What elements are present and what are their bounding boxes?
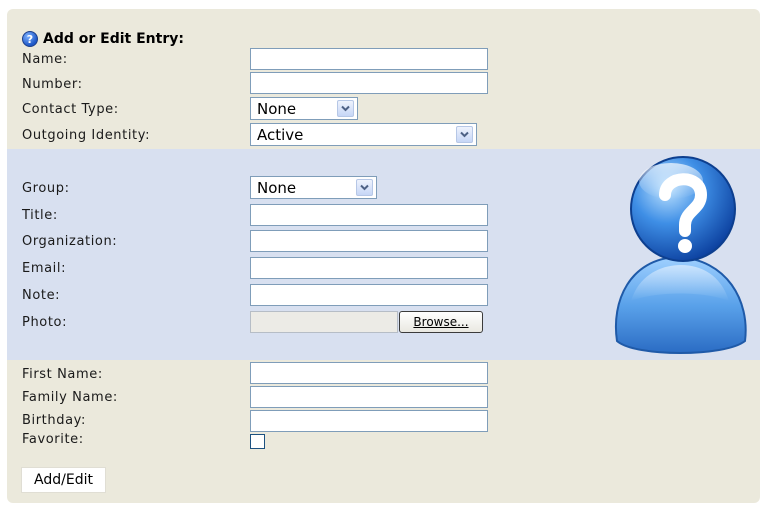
birthday-label: Birthday:: [22, 413, 86, 428]
unknown-user-avatar-icon: [615, 156, 747, 354]
outgoing-identity-select[interactable]: Active: [250, 123, 477, 146]
favorite-checkbox[interactable]: [250, 434, 265, 449]
help-icon[interactable]: ?: [22, 31, 38, 47]
name-input[interactable]: [250, 48, 488, 70]
email-label: Email:: [22, 261, 67, 276]
family-name-label: Family Name:: [22, 390, 118, 405]
chevron-down-icon[interactable]: [356, 179, 373, 196]
contact-type-value: None: [257, 99, 297, 118]
group-label: Group:: [22, 181, 70, 196]
contact-type-select[interactable]: None: [250, 97, 358, 120]
outgoing-identity-value: Active: [257, 125, 304, 144]
photo-file-field[interactable]: [250, 311, 398, 333]
birthday-input[interactable]: [250, 410, 488, 432]
contact-type-label: Contact Type:: [22, 102, 119, 117]
number-label: Number:: [22, 77, 83, 92]
title-input[interactable]: [250, 204, 488, 226]
chevron-down-icon[interactable]: [337, 100, 354, 117]
family-name-input[interactable]: [250, 386, 488, 408]
note-label: Note:: [22, 288, 61, 303]
photo-label: Photo:: [22, 315, 68, 330]
add-edit-button[interactable]: Add/Edit: [21, 467, 106, 493]
number-input[interactable]: [250, 72, 488, 94]
email-input[interactable]: [250, 257, 488, 279]
browse-button[interactable]: Browse...: [399, 311, 483, 333]
entry-form-panel: ? Add or Edit Entry: Name: Number: Conta…: [7, 9, 760, 503]
title-label: Title:: [22, 208, 58, 223]
group-value: None: [257, 178, 297, 197]
first-name-label: First Name:: [22, 367, 103, 382]
favorite-label: Favorite:: [22, 432, 84, 447]
first-name-input[interactable]: [250, 362, 488, 384]
organization-label: Organization:: [22, 234, 118, 249]
name-label: Name:: [22, 52, 68, 67]
note-input[interactable]: [250, 284, 488, 306]
outgoing-identity-label: Outgoing Identity:: [22, 128, 151, 143]
organization-input[interactable]: [250, 230, 488, 252]
chevron-down-icon[interactable]: [456, 126, 473, 143]
form-title: ? Add or Edit Entry:: [22, 31, 184, 47]
group-select[interactable]: None: [250, 176, 377, 199]
form-title-text: Add or Edit Entry:: [43, 31, 184, 47]
